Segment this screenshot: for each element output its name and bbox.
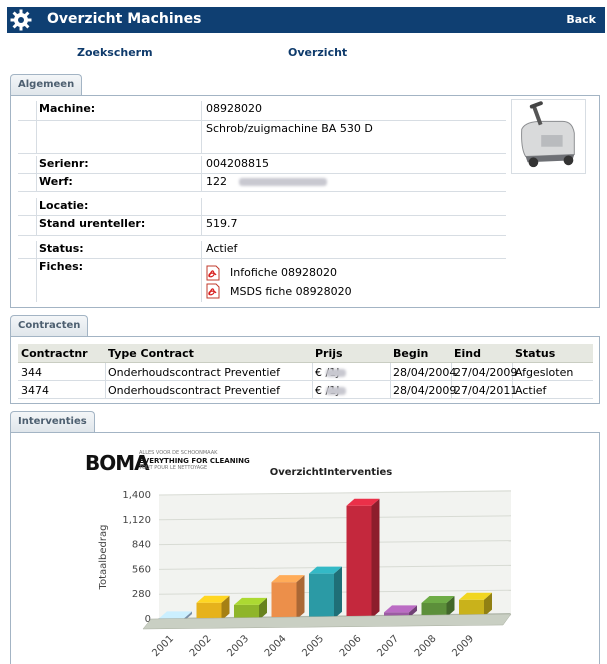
urenteller-label: Stand urenteller: bbox=[39, 217, 146, 230]
x-tick-label: 2002 bbox=[188, 633, 214, 659]
contract-status: Actief bbox=[515, 384, 547, 397]
chart-ylabel: Totaalbedrag bbox=[98, 525, 109, 591]
x-tick-label: 2009 bbox=[450, 633, 476, 659]
fiche-link-info[interactable]: Infofiche 08928020 bbox=[230, 266, 337, 279]
logo-tagline: EVERYTHING FOR CLEANING bbox=[139, 457, 250, 465]
logo-sub2: TOUT POUR LE NETTOYAGE bbox=[138, 465, 207, 471]
werf-label: Werf: bbox=[39, 175, 73, 188]
x-tick-label: 2006 bbox=[338, 633, 364, 659]
urenteller-value: 519.7 bbox=[206, 217, 238, 230]
contract-type: Onderhoudscontract Preventief bbox=[108, 384, 281, 397]
row-locatie: Locatie: bbox=[18, 198, 506, 216]
row-status: Status: Actief bbox=[18, 241, 506, 259]
x-tick-label: 2007 bbox=[375, 633, 401, 659]
contract-nr: 3474 bbox=[21, 384, 49, 397]
status-label: Status: bbox=[39, 242, 84, 255]
row-machine: Machine: 08928020 bbox=[18, 101, 506, 121]
x-tick-label: 2008 bbox=[413, 633, 439, 659]
y-tick-label: 560 bbox=[132, 564, 151, 575]
row-serienr: Serienr: 004208815 bbox=[18, 156, 506, 174]
bar-front bbox=[459, 599, 484, 617]
bar-2009 bbox=[459, 592, 492, 617]
fiche-link-msds[interactable]: MSDS fiche 08928020 bbox=[230, 285, 352, 298]
contract-type: Onderhoudscontract Preventief bbox=[108, 366, 281, 379]
contract-status: Afgesloten bbox=[515, 366, 574, 379]
contract-eind: 27/04/2009 bbox=[454, 366, 518, 379]
contract-begin: 28/04/2004 bbox=[393, 366, 457, 379]
bar-2002 bbox=[196, 595, 230, 621]
bar-2006 bbox=[346, 498, 380, 619]
serienr-value: 004208815 bbox=[206, 157, 269, 170]
header-bar: Overzicht Machines Back bbox=[7, 7, 605, 33]
bar-2008 bbox=[421, 595, 455, 618]
bar-side bbox=[371, 498, 380, 619]
overzicht-link[interactable]: Overzicht bbox=[288, 46, 347, 59]
y-tick-label: 1,120 bbox=[122, 515, 151, 526]
bar-2004 bbox=[271, 575, 305, 620]
x-tick-label: 2001 bbox=[150, 633, 176, 659]
col-contractnr: Contractnr bbox=[21, 347, 88, 360]
pdf-icon bbox=[206, 283, 220, 299]
contract-price: € /1J bbox=[315, 384, 346, 397]
bar-front bbox=[271, 582, 297, 620]
y-tick-label: 280 bbox=[132, 589, 151, 600]
interventies-chart: BOMA ALLES VOOR DE SCHOONMAAK EVERYTHING… bbox=[85, 450, 512, 659]
contracten-header: Contractnr Type Contract Prijs Begin Ein… bbox=[18, 344, 593, 363]
zoekscherm-link[interactable]: Zoekscherm bbox=[77, 46, 153, 59]
page-title: Overzicht Machines bbox=[47, 11, 202, 27]
contract-begin: 28/04/2009 bbox=[393, 384, 457, 397]
pdf-icon bbox=[206, 265, 220, 281]
machine-description: Schrob/zuigmachine BA 530 D bbox=[206, 122, 373, 135]
row-machine-desc: Schrob/zuigmachine BA 530 D bbox=[18, 121, 506, 154]
redacted-werf-name bbox=[238, 178, 327, 186]
bar-2003 bbox=[234, 597, 267, 620]
x-tick-label: 2003 bbox=[225, 633, 251, 659]
tab-contracten[interactable]: Contracten bbox=[10, 315, 89, 337]
x-tick-label: 2004 bbox=[263, 633, 289, 659]
chart-x-labels: 2001 2002 2003 2004 2005 2006 2007 2008 2009 bbox=[150, 633, 476, 659]
bar-front bbox=[309, 573, 334, 619]
y-tick-label: 1,400 bbox=[122, 490, 151, 501]
col-eind: Eind bbox=[454, 347, 481, 360]
back-button[interactable]: Back bbox=[566, 13, 596, 26]
machine-number: 08928020 bbox=[206, 102, 262, 115]
bar-side bbox=[296, 575, 305, 620]
logo-sub1: ALLES VOOR DE SCHOONMAAK bbox=[139, 450, 218, 456]
tab-algemeen[interactable]: Algemeen bbox=[10, 74, 83, 96]
machine-photo bbox=[511, 99, 586, 174]
chart-y-ticks: 02805608401,1201,400 bbox=[122, 490, 151, 625]
contracten-panel: Contractnr Type Contract Prijs Begin Ein… bbox=[10, 336, 600, 404]
algemeen-panel: Machine: 08928020 Schrob/zuigmachine BA … bbox=[10, 95, 600, 308]
chart-title: OverzichtInterventies bbox=[270, 467, 393, 478]
bar-front bbox=[196, 602, 222, 621]
status-value: Actief bbox=[206, 242, 238, 255]
contract-price: € /1J bbox=[315, 366, 346, 379]
machine-label: Machine: bbox=[39, 102, 96, 115]
row-werf: Werf: 122 bbox=[18, 174, 506, 192]
col-status: Status bbox=[515, 347, 556, 360]
col-type: Type Contract bbox=[108, 347, 194, 360]
werf-value: 122 bbox=[206, 175, 227, 188]
y-tick-label: 840 bbox=[132, 540, 151, 551]
col-begin: Begin bbox=[393, 347, 429, 360]
bar-side bbox=[334, 566, 342, 619]
contract-nr: 344 bbox=[21, 366, 42, 379]
x-tick-label: 2005 bbox=[300, 633, 326, 659]
bar-2005 bbox=[309, 566, 342, 619]
row-urenteller: Stand urenteller: 519.7 bbox=[18, 216, 506, 236]
tab-interventies[interactable]: Interventies bbox=[10, 411, 95, 433]
boma-logo: BOMA ALLES VOOR DE SCHOONMAAK EVERYTHING… bbox=[85, 450, 250, 475]
fiches-label: Fiches: bbox=[39, 260, 84, 273]
contract-eind: 27/04/2011 bbox=[454, 384, 518, 397]
interventies-panel: BOMA ALLES VOOR DE SCHOONMAAK EVERYTHING… bbox=[10, 432, 600, 664]
table-row[interactable]: 344 Onderhoudscontract Preventief € /1J … bbox=[18, 363, 593, 381]
locatie-label: Locatie: bbox=[39, 199, 89, 212]
table-row[interactable]: 3474 Onderhoudscontract Preventief € /1J… bbox=[18, 381, 593, 399]
gear-icon bbox=[10, 9, 32, 31]
bar-front bbox=[346, 505, 372, 619]
serienr-label: Serienr: bbox=[39, 157, 89, 170]
col-prijs: Prijs bbox=[315, 347, 343, 360]
